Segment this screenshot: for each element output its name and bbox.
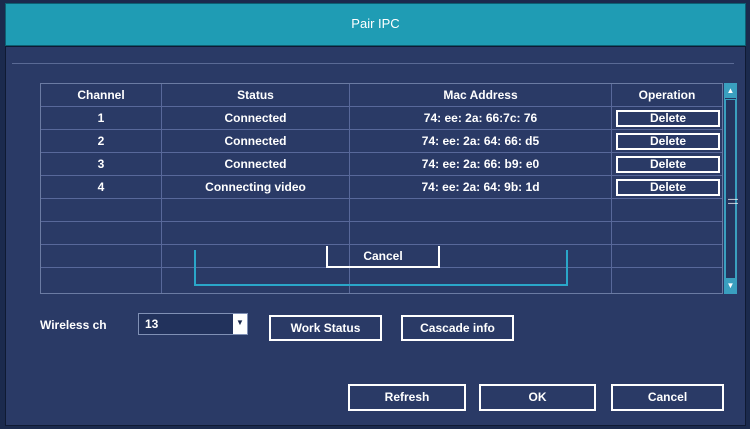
- table-row[interactable]: 4 Connecting video 74: ee: 2a: 64: 9b: 1…: [41, 176, 722, 199]
- dialog-titlebar: Pair IPC: [5, 3, 746, 46]
- column-header-operation: Operation: [638, 88, 696, 102]
- table-row[interactable]: 2 Connected 74: ee: 2a: 64: 66: d5 Delet…: [41, 130, 722, 153]
- divider: [12, 63, 734, 64]
- ok-button[interactable]: OK: [479, 384, 596, 411]
- triangle-down-icon[interactable]: ▼: [725, 279, 736, 293]
- refresh-button[interactable]: Refresh: [348, 384, 466, 411]
- mac-cell: 74: ee: 2a: 66: b9: e0: [421, 157, 540, 171]
- wireless-channel-value: 13: [145, 317, 159, 331]
- empty-row: [41, 222, 722, 245]
- column-header-status: Status: [237, 88, 274, 102]
- empty-row: [41, 199, 722, 222]
- work-status-button[interactable]: Work Status: [269, 315, 382, 341]
- mac-cell: 74: ee: 2a: 64: 66: d5: [421, 134, 540, 148]
- chevron-down-icon[interactable]: ▼: [233, 314, 247, 334]
- triangle-up-icon[interactable]: ▲: [725, 84, 736, 98]
- channel-cell: 3: [97, 157, 105, 171]
- scrollbar-thumb[interactable]: — —: [725, 99, 738, 279]
- table-header: Channel Status Mac Address Operation: [41, 84, 722, 107]
- status-cell: Connecting video: [205, 180, 306, 194]
- column-header-channel: Channel: [77, 88, 125, 102]
- popup-cancel-button[interactable]: Cancel: [326, 246, 440, 268]
- status-cell: Connected: [224, 111, 287, 125]
- channel-cell: 2: [97, 134, 105, 148]
- wireless-channel-label: Wireless ch: [40, 318, 107, 332]
- mac-cell: 74: ee: 2a: 66:7c: 76: [423, 111, 538, 125]
- table-row[interactable]: 1 Connected 74: ee: 2a: 66:7c: 76 Delete: [41, 107, 722, 130]
- dialog-title: Pair IPC: [351, 16, 400, 31]
- status-cell: Connected: [224, 157, 287, 171]
- status-cell: Connected: [224, 134, 287, 148]
- delete-button[interactable]: Delete: [616, 110, 720, 127]
- table-scrollbar[interactable]: ▲ — — ▼: [724, 83, 738, 294]
- cancel-button[interactable]: Cancel: [611, 384, 724, 411]
- mac-cell: 74: ee: 2a: 64: 9b: 1d: [421, 180, 540, 194]
- delete-button[interactable]: Delete: [616, 156, 720, 173]
- delete-button[interactable]: Delete: [616, 179, 720, 196]
- channel-cell: 4: [97, 180, 105, 194]
- table-row[interactable]: 3 Connected 74: ee: 2a: 66: b9: e0 Delet…: [41, 153, 722, 176]
- grip-icon: — —: [728, 194, 738, 209]
- wireless-channel-select[interactable]: 13 ▼: [138, 313, 248, 335]
- channel-cell: 1: [97, 111, 105, 125]
- column-header-mac: Mac Address: [443, 88, 518, 102]
- cascade-info-button[interactable]: Cascade info: [401, 315, 514, 341]
- delete-button[interactable]: Delete: [616, 133, 720, 150]
